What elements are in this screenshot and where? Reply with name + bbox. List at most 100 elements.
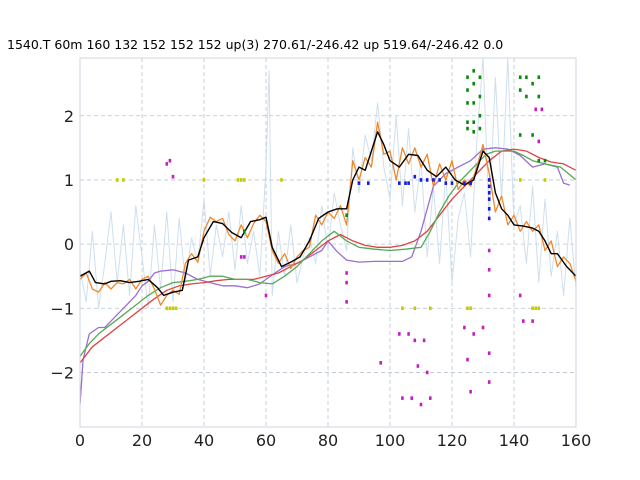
marker-dot_green xyxy=(466,126,469,131)
grid xyxy=(79,58,577,427)
marker-dot_magenta xyxy=(407,332,410,336)
marker-dot_green xyxy=(537,94,541,99)
marker-dot_magenta xyxy=(472,332,475,336)
marker-dot_magenta xyxy=(422,338,426,343)
marker-dot_yellow xyxy=(413,306,417,311)
x-tick-label: 60 xyxy=(256,431,276,450)
marker-dot_yellow xyxy=(534,306,537,311)
marker-dot_magenta xyxy=(171,174,175,179)
marker-dot_blue xyxy=(487,197,491,201)
marker-dots xyxy=(115,69,547,407)
x-tick-label: 140 xyxy=(499,431,530,450)
marker-dot_yellow xyxy=(168,306,172,311)
marker-dot_magenta xyxy=(168,158,172,163)
marker-dot_blue xyxy=(425,178,429,182)
marker-dot_green xyxy=(466,75,469,80)
marker-dot_magenta xyxy=(487,380,491,384)
marker-dot_magenta xyxy=(487,267,491,272)
marker-dot_blue xyxy=(404,181,407,185)
series-line-purple xyxy=(80,147,570,405)
marker-dot_green xyxy=(472,101,475,105)
marker-dot_blue xyxy=(398,181,401,185)
marker-dot_magenta xyxy=(466,357,469,362)
marker-dot_magenta xyxy=(540,107,544,112)
marker-dot_green xyxy=(537,158,541,163)
marker-dot_blue xyxy=(487,216,491,221)
x-tick-label: 80 xyxy=(318,431,338,450)
x-tick-label: 40 xyxy=(194,431,214,450)
marker-dot_blue xyxy=(438,178,441,182)
marker-dot_yellow xyxy=(171,306,175,311)
chart-title: 1540.T 60m 160 132 152 152 152 up(3) 270… xyxy=(7,37,503,52)
marker-dot_magenta xyxy=(487,248,491,253)
marker-dot_magenta xyxy=(413,338,417,343)
marker-dot_magenta xyxy=(487,293,491,298)
marker-dot_green xyxy=(518,88,522,92)
marker-dot_blue xyxy=(367,181,370,185)
marker-dot_yellow xyxy=(122,178,125,182)
marker-dot_yellow xyxy=(537,306,541,311)
y-tick-label: 1 xyxy=(64,171,74,190)
marker-dot_yellow xyxy=(401,306,404,311)
marker-dot_green xyxy=(543,158,547,163)
marker-dot_magenta xyxy=(379,361,382,365)
marker-dot_magenta xyxy=(345,280,348,285)
marker-dot_green xyxy=(472,69,475,73)
marker-dot_magenta xyxy=(537,139,541,144)
chart: 1540.T 60m 160 132 152 152 152 up(3) 270… xyxy=(7,37,591,450)
marker-dot_yellow xyxy=(543,178,547,182)
x-axis-ticks: 0 20 40 60 80 100 120 140 160 xyxy=(75,431,591,450)
marker-dot_magenta xyxy=(534,107,537,112)
marker-dot_green xyxy=(525,75,528,80)
marker-dot_blue xyxy=(419,178,423,182)
marker-dot_yellow xyxy=(429,306,432,311)
marker-dot_yellow xyxy=(531,306,534,311)
y-axis-ticks: −2 −1 0 1 2 xyxy=(50,107,74,383)
marker-dot_green xyxy=(243,229,246,234)
marker-dot_yellow xyxy=(243,178,246,182)
marker-dot_magenta xyxy=(419,402,423,407)
marker-dot_blue xyxy=(444,181,448,185)
marker-dot_magenta xyxy=(531,319,534,323)
marker-dot_green xyxy=(518,133,522,137)
marker-dot_magenta xyxy=(398,332,401,336)
marker-dot_green xyxy=(472,130,475,134)
marker-dot_green xyxy=(478,75,482,80)
marker-dot_magenta xyxy=(469,389,472,394)
marker-dot_magenta xyxy=(165,162,169,166)
marker-dot_magenta xyxy=(410,396,413,400)
marker-dot_green xyxy=(466,88,469,92)
marker-dot_green xyxy=(518,75,522,80)
y-tick-label: −2 xyxy=(50,363,74,382)
marker-dot_green xyxy=(472,81,475,86)
marker-dot_blue xyxy=(413,174,417,179)
marker-dot_yellow xyxy=(165,306,169,311)
marker-dot_green xyxy=(531,81,534,86)
marker-dot_magenta xyxy=(522,319,525,323)
marker-dot_green xyxy=(531,133,534,137)
x-tick-label: 20 xyxy=(132,431,152,450)
marker-dot_yellow xyxy=(236,178,240,182)
marker-dot_green xyxy=(345,213,348,218)
marker-dot_yellow xyxy=(518,178,522,182)
marker-dot_green xyxy=(478,113,482,118)
marker-dot_green xyxy=(525,94,528,99)
marker-dot_yellow xyxy=(280,178,283,182)
x-tick-label: 160 xyxy=(561,431,592,450)
marker-dot_magenta xyxy=(264,293,268,298)
marker-dot_magenta xyxy=(416,364,420,368)
marker-dot_green xyxy=(466,120,469,124)
marker-dot_blue xyxy=(450,181,454,185)
marker-dot_blue xyxy=(357,181,361,185)
marker-dot_magenta xyxy=(481,325,485,330)
marker-dot_yellow xyxy=(202,178,206,182)
marker-dot_magenta xyxy=(345,271,348,275)
marker-dot_magenta xyxy=(487,351,491,355)
marker-dot_blue xyxy=(469,181,472,185)
marker-dot_blue xyxy=(487,190,491,195)
marker-dot_green xyxy=(472,120,475,124)
marker-dot_blue xyxy=(432,178,435,182)
marker-dot_blue xyxy=(487,207,491,211)
marker-dot_yellow xyxy=(115,178,119,182)
x-tick-label: 100 xyxy=(375,431,406,450)
